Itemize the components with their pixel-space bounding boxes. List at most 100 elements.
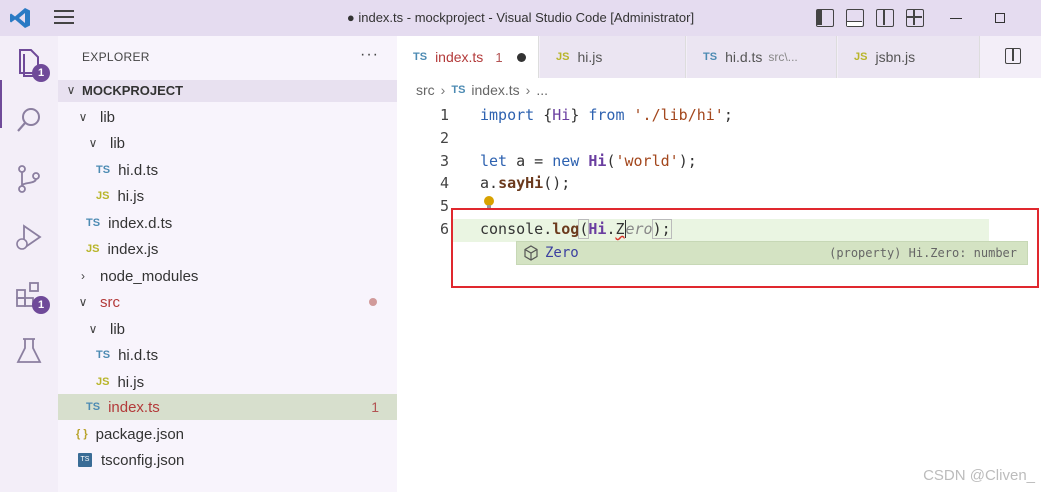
typescript-file-icon: TS	[703, 51, 718, 63]
line-number: 5	[439, 197, 449, 215]
json-file-icon: { }	[76, 428, 88, 440]
tree-label: hi.d.ts	[118, 161, 159, 179]
tree-file-index-js[interactable]: JS index.js	[58, 236, 397, 262]
string-path: './lib/hi'	[624, 106, 724, 124]
explorer-badge: 1	[32, 64, 50, 82]
breadcrumb-file[interactable]: index.ts	[471, 82, 519, 98]
tree-file-index-d-ts[interactable]: TS index.d.ts	[58, 210, 397, 236]
tree-file-hi-js[interactable]: JS hi.js	[58, 183, 397, 209]
chevron-down-icon: ∨	[78, 295, 88, 309]
line-number: 1	[439, 106, 449, 124]
toggle-primary-sidebar-icon[interactable]	[816, 9, 834, 27]
tree-label: index.ts	[108, 398, 160, 416]
class-hi: Hi	[588, 152, 607, 170]
typescript-file-icon: TS	[96, 349, 111, 361]
keyword-from: from	[588, 106, 625, 124]
tree-label: hi.js	[117, 187, 145, 205]
tree-label: lib	[110, 320, 126, 338]
typescript-file-icon: TS	[96, 164, 111, 176]
customize-layout-icon[interactable]	[906, 9, 924, 27]
chevron-down-icon: ∨	[78, 110, 88, 124]
lightbulb-icon[interactable]	[484, 196, 494, 209]
tree-file-index-ts[interactable]: TS index.ts 1	[58, 394, 397, 420]
punctuation: );	[678, 152, 697, 170]
explorer-header: EXPLORER	[82, 50, 150, 64]
tree-file-hi-d-ts[interactable]: TS hi.d.ts	[58, 157, 397, 183]
tab-hi-d-ts[interactable]: TS hi.d.ts src\...	[687, 36, 837, 78]
toggle-secondary-sidebar-icon[interactable]	[876, 9, 894, 27]
javascript-file-icon: JS	[96, 376, 110, 388]
tab-label: hi.js	[577, 49, 603, 65]
chevron-right-icon: ›	[81, 269, 85, 283]
line-number: 3	[439, 152, 449, 170]
variable-a: a.	[480, 174, 499, 192]
breadcrumb-symbol[interactable]: ...	[536, 82, 548, 98]
identifier-hi: Hi	[552, 106, 571, 124]
code-line-4: a.sayHi();	[480, 174, 570, 192]
explorer-sidebar: EXPLORER ··· ∨ MOCKPROJECT ∨ lib ∨ lib T…	[58, 36, 397, 492]
annotation-highlight-box	[451, 208, 1039, 288]
split-editor-icon[interactable]	[1005, 48, 1021, 64]
chevron-down-icon: ∨	[66, 83, 76, 97]
unsaved-dot-icon[interactable]	[516, 52, 526, 62]
tree-file-src-hi-js[interactable]: JS hi.js	[58, 369, 397, 395]
code-editor[interactable]: 1 2 3 4 5 6 import {Hi} from './lib/hi';…	[397, 100, 1041, 492]
keyword-new: new	[552, 152, 580, 170]
chevron-right-icon: ›	[440, 82, 446, 98]
maximize-icon[interactable]	[988, 6, 1012, 30]
watermark: CSDN @Cliven_	[923, 467, 1035, 484]
tab-label: index.ts	[435, 49, 484, 65]
extensions-icon[interactable]: 1	[12, 278, 50, 314]
tree-file-package-json[interactable]: { } package.json	[58, 421, 397, 447]
chevron-down-icon: ∨	[88, 322, 98, 336]
punctuation: }	[570, 106, 589, 124]
source-control-icon[interactable]	[12, 162, 46, 196]
javascript-file-icon: JS	[556, 51, 570, 63]
menu-icon[interactable]	[54, 10, 76, 26]
tree-file-src-hi-d-ts[interactable]: TS hi.d.ts	[58, 342, 397, 368]
search-icon[interactable]	[12, 104, 46, 138]
tree-label: node_modules	[100, 267, 199, 285]
tree-folder-src[interactable]: ∨ src	[58, 289, 397, 315]
typescript-file-icon: TS	[451, 84, 466, 96]
tab-hi-js[interactable]: JS hi.js	[540, 36, 686, 78]
tsconfig-file-icon: TS	[78, 453, 92, 467]
explorer-icon[interactable]: 1	[12, 46, 50, 82]
tree-label: hi.d.ts	[118, 346, 159, 364]
tree-folder-src-lib[interactable]: ∨ lib	[58, 316, 397, 342]
project-root[interactable]: ∨ MOCKPROJECT	[58, 80, 397, 102]
breadcrumb-folder[interactable]: src	[416, 82, 435, 98]
javascript-file-icon: JS	[854, 51, 868, 63]
tab-description: src\...	[768, 50, 798, 64]
tab-index-ts[interactable]: TS index.ts 1	[397, 36, 539, 78]
method-sayhi: sayHi	[498, 174, 544, 192]
javascript-file-icon: JS	[86, 243, 100, 255]
punctuation: {	[534, 106, 553, 124]
tree-folder-lib[interactable]: ∨ lib	[58, 104, 397, 130]
run-debug-icon[interactable]	[12, 220, 46, 254]
line-number: 6	[439, 220, 449, 238]
chevron-down-icon: ∨	[88, 136, 98, 150]
editor-tabs: TS index.ts 1 JS hi.js TS hi.d.ts src\..…	[397, 36, 1041, 78]
tree-label: tsconfig.json	[101, 451, 185, 469]
line-number: 4	[439, 174, 449, 192]
problem-count: 1	[371, 399, 379, 415]
tab-label: jsbn.js	[875, 49, 916, 65]
keyword-import: import	[480, 106, 535, 124]
tree-label: src	[100, 293, 120, 311]
line-number: 2	[439, 129, 449, 147]
tree-label: lib	[100, 108, 116, 126]
tree-folder-node-modules[interactable]: › node_modules	[58, 263, 397, 289]
toggle-panel-icon[interactable]	[846, 9, 864, 27]
more-actions-icon[interactable]: ···	[360, 46, 379, 64]
minimize-icon[interactable]	[944, 6, 968, 30]
chevron-right-icon: ›	[525, 82, 531, 98]
tree-file-tsconfig-json[interactable]: TS tsconfig.json	[58, 447, 397, 473]
tab-jsbn-js[interactable]: JS jsbn.js	[838, 36, 980, 78]
testing-icon[interactable]	[12, 334, 46, 368]
project-name: MOCKPROJECT	[82, 83, 184, 98]
active-indicator	[0, 80, 2, 128]
vscode-logo-icon	[8, 6, 32, 30]
tree-folder-lib-lib[interactable]: ∨ lib	[58, 130, 397, 156]
tab-label: hi.d.ts	[725, 49, 763, 65]
